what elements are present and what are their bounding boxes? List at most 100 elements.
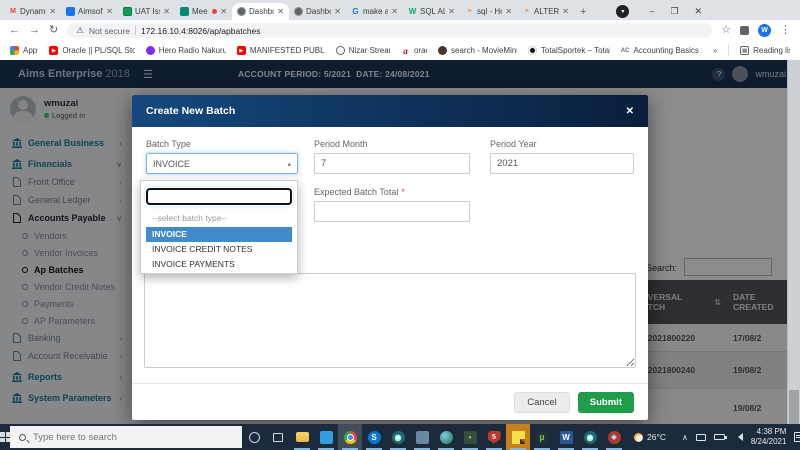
sticky-notes-button[interactable] [506,424,530,450]
chrome-button[interactable] [338,424,362,450]
bookmark-apps[interactable]: Apps [10,46,38,55]
browser-profile-avatar[interactable]: W [758,24,771,37]
cortana-button[interactable] [242,424,266,450]
tab-close-icon[interactable]: ✕ [562,7,569,16]
batch-type-label: Batch Type [146,139,298,149]
battery-icon[interactable] [714,434,725,440]
period-year-input[interactable] [490,153,634,174]
bookmark-totalsportek[interactable]: TotalSportek – Total... [528,46,610,55]
reading-list-button[interactable]: ▤Reading list [740,46,790,55]
tab-w3schools[interactable]: WSQL ALT✕ [403,3,460,20]
remote-desktop-button[interactable] [410,424,434,450]
tab-gmail[interactable]: MDynami✕ [4,3,61,20]
url-text[interactable]: 172.16.10.4:8026/ap/apbatches [141,26,261,36]
reload-icon[interactable]: ↻ [49,25,58,36]
bookmark-star-icon[interactable]: ☆ [721,25,731,36]
tab-title: ALTER T [534,7,559,16]
weather-widget[interactable]: 26°C [626,432,674,442]
browser-menu-icon[interactable]: ⋮ [780,25,791,36]
action-center-icon[interactable] [794,432,800,442]
dropdown-option-invoice-payments[interactable]: INVOICE PAYMENTS [146,257,292,272]
system-tray: 26°C ∧ 4:38 PM 8/24/2021 [626,427,800,446]
skype-button[interactable]: S [362,424,386,450]
utorrent-button[interactable]: µ [530,424,554,450]
tab-close-icon[interactable]: ✕ [220,7,227,16]
bookmark-accounting[interactable]: ACAccounting Basics |... [621,46,702,55]
batch-type-select[interactable]: INVOICE ▴ [146,153,298,174]
hidden-icons-chevron[interactable]: ∧ [682,433,688,442]
bookmark-nizar-stream[interactable]: Nizar Stream [336,46,390,55]
expected-batch-total-input[interactable] [314,201,470,222]
tab-close-icon[interactable]: ✕ [277,7,284,16]
not-secure-label: Not secure [89,26,130,36]
tab-close-icon[interactable]: ✕ [334,7,341,16]
internet-app-button[interactable] [434,424,458,450]
app-button-2[interactable]: ◉ [578,424,602,450]
file-explorer-button[interactable] [290,424,314,450]
batch-description-textarea[interactable] [144,273,636,368]
dropdown-search-input[interactable] [146,188,292,205]
tab-stackoverflow-2[interactable]: ≡ALTER T✕ [517,3,574,20]
bookmarks-overflow-icon[interactable]: » [713,46,717,55]
youtube-icon: ▶ [237,46,246,55]
tab-close-icon[interactable]: ✕ [448,7,455,16]
dropdown-option-invoice-credit-notes[interactable]: INVOICE CREDIT NOTES [146,242,292,257]
new-tab-button[interactable]: + [580,6,586,18]
bookmark-moviemini[interactable]: search - MovieMini... [438,46,517,55]
dropdown-options-list: --select batch type-- INVOICE INVOICE CR… [146,210,292,272]
bookmark-manifested[interactable]: ▶MANIFESTED PUBLI... [237,46,325,55]
cancel-button[interactable]: Cancel [514,392,570,413]
start-button[interactable] [0,424,10,450]
display-icon[interactable] [696,434,706,441]
period-month-input[interactable] [314,153,470,174]
word-button[interactable]: W [554,424,578,450]
minimize-button[interactable]: – [649,6,654,17]
tab-dashboard-2[interactable]: Dashbo✕ [289,3,346,20]
tab-google-search[interactable]: Gmake a✕ [346,3,403,20]
recording-dot-icon [212,9,217,14]
modal-close-icon[interactable]: ✕ [626,106,634,117]
tab-close-icon[interactable]: ✕ [391,7,398,16]
page-scrollbar[interactable] [787,60,800,424]
tab-aimsoft[interactable]: Aimsoft✕ [61,3,118,20]
bookmark-oracle[interactable]: ▶Oracle || PL/SQL Sto... [49,46,134,55]
modal-footer: Cancel Submit [132,383,648,420]
back-icon[interactable]: ← [9,25,20,36]
maximize-button[interactable]: ❐ [670,6,678,17]
tab-search-icon[interactable]: ▾ [616,5,629,18]
tab-meet[interactable]: Mee✕ [175,3,232,20]
modal-title: Create New Batch [146,105,235,117]
tab-close-icon[interactable]: ✕ [163,7,170,16]
scrollbar-thumb[interactable] [789,390,799,424]
taskbar-search[interactable] [10,426,242,448]
taskbar-clock[interactable]: 4:38 PM 8/24/2021 [751,427,787,446]
speaker-icon[interactable] [733,433,743,441]
media-app-button[interactable]: ◆ [602,424,626,450]
tab-uat-issues[interactable]: UAT Issu✕ [118,3,175,20]
tab-stackoverflow-1[interactable]: ≡sql - Ho✕ [460,3,517,20]
forward-icon[interactable]: → [29,25,40,36]
submit-button[interactable]: Submit [578,392,634,413]
not-secure-warning-icon[interactable]: ⚠ [76,25,84,36]
dropdown-option-invoice[interactable]: INVOICE [146,227,292,242]
window-close-button[interactable]: ✕ [695,6,703,17]
tab-close-icon[interactable]: ✕ [49,7,56,16]
security-app-button[interactable]: • [458,424,482,450]
tab-close-icon[interactable]: ✕ [505,7,512,16]
address-bar[interactable]: ⚠ Not secure 172.16.10.4:8026/ap/apbatch… [67,23,712,38]
bookmark-hero-radio[interactable]: Hero Radio Nakuru... [146,46,226,55]
period-month-label: Period Month [314,139,470,149]
task-view-button[interactable] [266,424,290,450]
extensions-icon[interactable] [740,26,749,35]
taskbar-search-input[interactable] [33,432,233,443]
taskbar-icons: S ◉ • 5 µ W ◉ ◆ [242,424,626,450]
tab-dashboard-active[interactable]: Dashbo✕ [232,3,289,20]
tab-close-icon[interactable]: ✕ [106,7,113,16]
app-button-1[interactable]: ◉ [386,424,410,450]
shield-app-button[interactable]: 5 [482,424,506,450]
dropdown-option-placeholder[interactable]: --select batch type-- [146,210,292,227]
bookmark-orac[interactable]: aorac [401,46,427,55]
word-icon: W [560,431,573,444]
vscode-button[interactable] [314,424,338,450]
temperature: 26°C [647,432,666,442]
